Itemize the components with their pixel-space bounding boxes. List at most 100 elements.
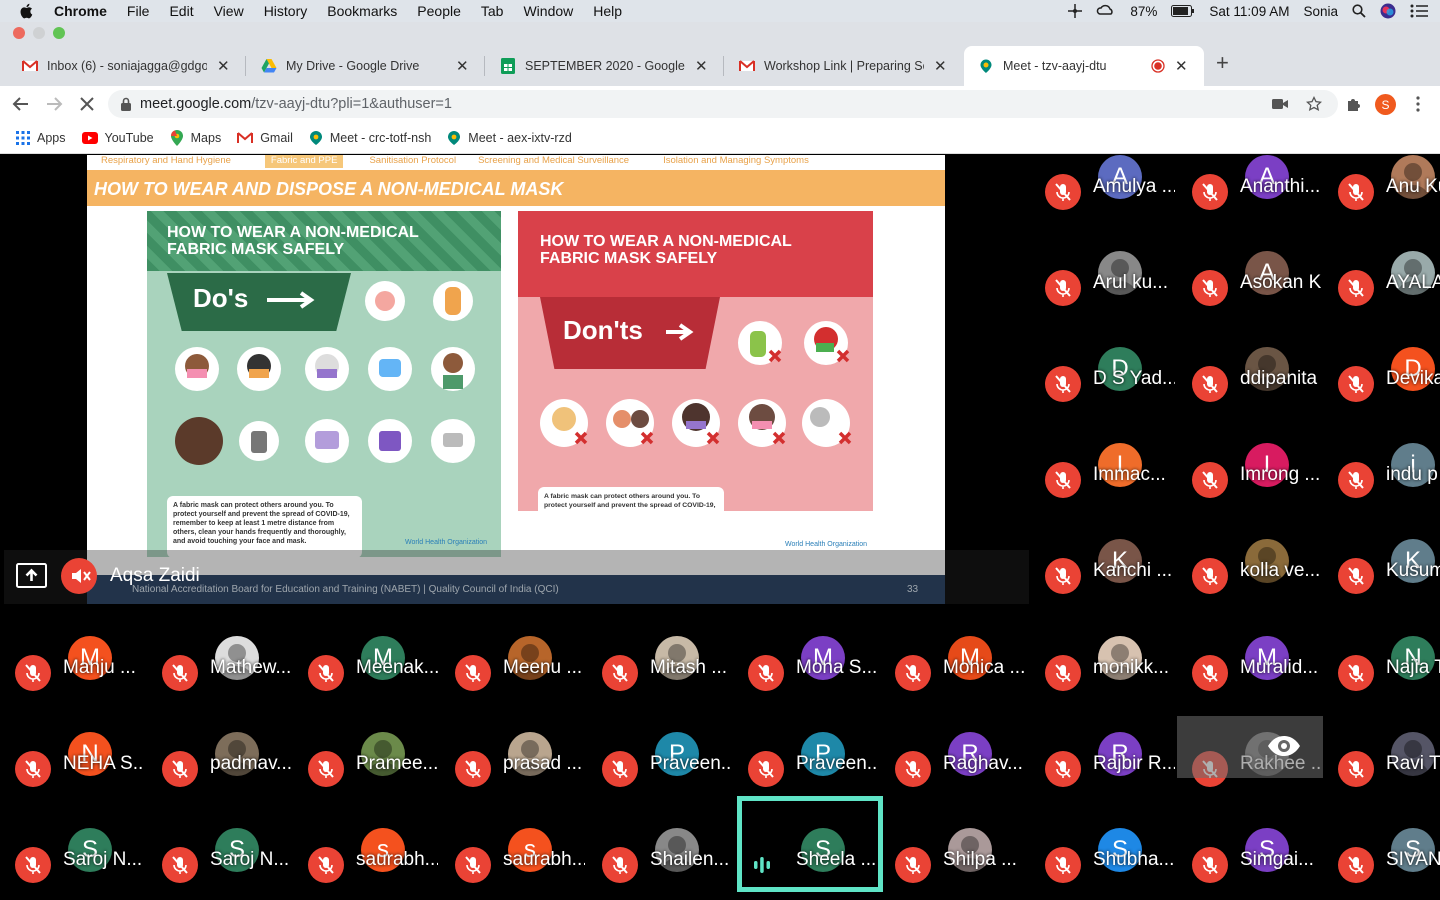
participant-tile[interactable]: A Ananthi... (1177, 155, 1322, 250)
participant-tile[interactable]: R Raghav... (880, 732, 1025, 827)
mic-off-icon (905, 760, 921, 778)
tab-close-icon[interactable]: ✕ (456, 57, 469, 75)
menu-view[interactable]: View (214, 3, 244, 19)
dos-poster: HOW TO WEAR A NON-MEDICAL FABRIC MASK SA… (147, 211, 501, 557)
tab-close-icon[interactable]: ✕ (217, 57, 230, 75)
participant-tile[interactable]: S Simgai... (1177, 828, 1322, 900)
participant-tile[interactable]: Shilpa ... (880, 828, 1025, 900)
tab-close-icon[interactable]: ✕ (934, 57, 947, 75)
participant-tile[interactable]: Anu Ku (1323, 155, 1440, 250)
participant-tile[interactable]: M Monica ... (880, 636, 1025, 731)
tab-close-icon[interactable]: ✕ (1175, 57, 1188, 75)
tab-strip: Inbox (6) - soniajagga@gdgoenka ✕ My Dri… (0, 22, 1440, 86)
extensions-icon[interactable] (1346, 96, 1362, 112)
clock[interactable]: Sat 11:09 AM (1209, 4, 1289, 19)
tab-workshop[interactable]: Workshop Link | Preparing Schools ✕ (717, 46, 963, 86)
participant-tile[interactable]: S Saroj N... (147, 828, 292, 900)
tile-hover-overlay[interactable] (1177, 716, 1323, 778)
menu-help[interactable]: Help (593, 3, 622, 19)
window-zoom-button[interactable] (53, 27, 65, 39)
mic-off-icon (25, 664, 41, 682)
bookmark-meet-crc[interactable]: Meet - crc-totf-nsh (309, 130, 431, 146)
siri-icon[interactable] (1380, 3, 1396, 19)
bookmark-apps[interactable]: Apps (16, 130, 66, 145)
chrome-menu-icon[interactable] (1416, 96, 1420, 112)
bookmark-youtube[interactable]: YouTube (81, 131, 154, 145)
bookmark-star-icon[interactable] (1306, 96, 1322, 112)
menu-people[interactable]: People (417, 3, 461, 19)
presenter-muted-button[interactable] (61, 558, 97, 594)
participant-tile[interactable]: S Shubha... (1030, 828, 1175, 900)
participant-tile[interactable]: P Praveen... (587, 732, 732, 827)
participant-tile[interactable]: Ravi Ti (1323, 732, 1440, 827)
tab-close-icon[interactable]: ✕ (695, 57, 708, 75)
participant-tile[interactable]: prasad ... (440, 732, 585, 827)
present-screen-icon[interactable] (16, 563, 47, 588)
menu-history[interactable]: History (264, 3, 308, 19)
apple-icon[interactable] (18, 2, 36, 20)
participant-tile[interactable]: Shailen... (587, 828, 732, 900)
stop-loading-icon[interactable] (78, 95, 96, 113)
participant-name: saurabh... (503, 849, 585, 870)
participant-tile[interactable]: S SIVAN (1323, 828, 1440, 900)
participant-tile[interactable]: s saurabh... (440, 828, 585, 900)
back-icon[interactable] (12, 95, 30, 113)
participant-tile[interactable]: monikk... (1030, 636, 1175, 731)
mic-off-icon (1202, 471, 1218, 489)
user-name[interactable]: Sonia (1303, 4, 1338, 19)
participant-tile[interactable]: N NEHA S... (0, 732, 145, 827)
participant-tile[interactable]: Mathew... (147, 636, 292, 731)
tab-drive[interactable]: My Drive - Google Drive ✕ (239, 46, 485, 86)
participant-tile[interactable]: A Asokan K (1177, 251, 1322, 346)
participant-tile[interactable]: s saurabh... (293, 828, 438, 900)
forward-icon[interactable] (45, 95, 63, 113)
participant-tile[interactable]: padmav... (147, 732, 292, 827)
lock-icon[interactable] (120, 97, 132, 111)
participant-tile[interactable]: D Devika (1323, 347, 1440, 442)
participant-tile[interactable]: Pramee... (293, 732, 438, 827)
participant-tile[interactable]: Mitash ... (587, 636, 732, 731)
participant-tile[interactable]: I Imrong ... (1177, 443, 1322, 538)
participant-tile[interactable]: M Mona S... (733, 636, 878, 731)
notification-center-icon[interactable] (1410, 4, 1428, 18)
menu-edit[interactable]: Edit (169, 3, 193, 19)
participant-tile[interactable]: DD S Yad... (1030, 347, 1175, 442)
participant-tile[interactable]: ddipanita (1177, 347, 1322, 442)
bookmark-gmail[interactable]: Gmail (237, 131, 293, 145)
participant-tile[interactable]: kolla ve... (1177, 539, 1322, 634)
participant-tile[interactable]: Arul ku... (1030, 251, 1175, 346)
new-tab-icon[interactable]: + (1216, 52, 1229, 74)
camera-in-use-icon[interactable] (1272, 98, 1288, 110)
window-minimize-button[interactable] (33, 27, 45, 39)
address-bar[interactable]: meet.google.com/tzv-aayj-dtu?pli=1&authu… (108, 90, 1338, 118)
menu-bookmarks[interactable]: Bookmarks (327, 3, 397, 19)
participant-tile[interactable]: AYALA (1323, 251, 1440, 346)
tab-meet[interactable]: Meet - tzv-aayj-dtu ✕ (964, 46, 1204, 86)
menu-file[interactable]: File (127, 3, 150, 19)
tab-inbox[interactable]: Inbox (6) - soniajagga@gdgoenka ✕ (0, 46, 246, 86)
creative-cloud-icon[interactable] (1096, 4, 1116, 18)
participant-tile[interactable]: R Rajbir R... (1030, 732, 1175, 827)
participant-tile[interactable]: S Saroj N... (0, 828, 145, 900)
bookmark-meet-aex[interactable]: Meet - aex-ixtv-rzd (447, 130, 572, 146)
participant-tile[interactable]: A Amulya ... (1030, 155, 1175, 250)
bookmark-maps[interactable]: Maps (170, 129, 221, 146)
participant-tile[interactable]: K Kusum (1323, 539, 1440, 634)
menu-window[interactable]: Window (523, 3, 573, 19)
move-icon[interactable] (1068, 4, 1083, 18)
spotlight-search-icon[interactable] (1352, 4, 1366, 18)
menu-tab[interactable]: Tab (481, 3, 504, 19)
window-close-button[interactable] (13, 27, 25, 39)
participant-tile[interactable]: I Immac... (1030, 443, 1175, 538)
battery-icon[interactable] (1171, 5, 1195, 17)
participant-tile[interactable]: N Najia T (1323, 636, 1440, 731)
participant-tile[interactable]: M Manju ... (0, 636, 145, 731)
tab-sheets[interactable]: SEPTEMBER 2020 - Google Sheets ✕ (478, 46, 724, 86)
app-menu-chrome[interactable]: Chrome (54, 3, 107, 19)
profile-avatar[interactable]: S (1375, 94, 1396, 115)
participant-tile[interactable]: M Meenak... (293, 636, 438, 731)
participant-tile[interactable]: K Kanchi ... (1030, 539, 1175, 634)
participant-tile[interactable]: Meenu ... (440, 636, 585, 731)
participant-tile[interactable]: i indu p (1323, 443, 1440, 538)
eye-icon[interactable] (1267, 735, 1301, 757)
